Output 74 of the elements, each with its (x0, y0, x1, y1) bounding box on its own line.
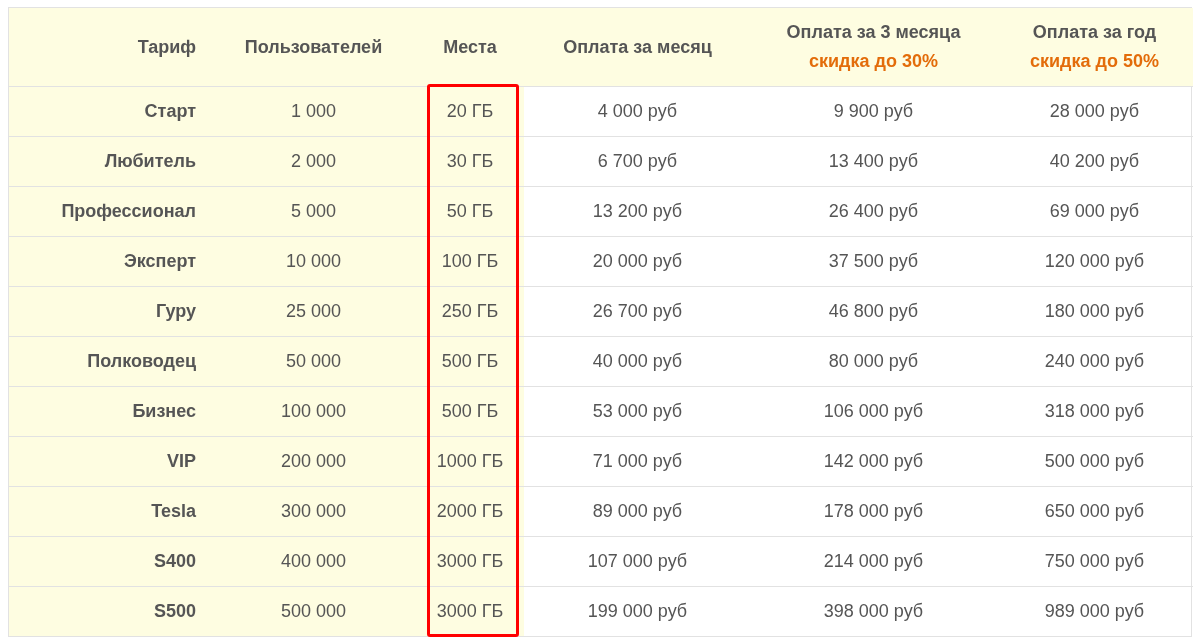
discount-label: скидка до 50% (1030, 51, 1159, 72)
table-cell: 300 000 (211, 486, 416, 536)
table-cell: 178 000 руб (751, 486, 996, 536)
table-cell: 2000 ГБ (416, 486, 524, 536)
table-cell: 989 000 руб (996, 586, 1193, 636)
table-cell: 40 200 руб (996, 136, 1193, 186)
header-label: Оплата за 3 месяца (786, 22, 961, 43)
header-label: Тариф (137, 36, 196, 58)
table-cell: 120 000 руб (996, 236, 1193, 286)
table-cell: Tesla (9, 486, 211, 536)
table-cell: 107 000 руб (524, 536, 751, 586)
table-cell: 13 400 руб (751, 136, 996, 186)
table-cell: 71 000 руб (524, 436, 751, 486)
table-cell: Бизнес (9, 386, 211, 436)
table-cell: 40 000 руб (524, 336, 751, 386)
table-cell: Эксперт (9, 236, 211, 286)
table-cell: 20 000 руб (524, 236, 751, 286)
discount-label: скидка до 30% (809, 51, 938, 72)
table-cell: 30 ГБ (416, 136, 524, 186)
table-cell: Старт (9, 86, 211, 136)
table-cell: 9 900 руб (751, 86, 996, 136)
table-cell: VIP (9, 436, 211, 486)
table-cell: 3000 ГБ (416, 586, 524, 636)
table-cell: 100 000 (211, 386, 416, 436)
header-label: Места (443, 36, 497, 58)
table-cell: 2 000 (211, 136, 416, 186)
header-label: Оплата за год (1032, 22, 1157, 43)
table-cell: 180 000 руб (996, 286, 1193, 336)
table-cell: 26 400 руб (751, 186, 996, 236)
table-cell: 240 000 руб (996, 336, 1193, 386)
table-cell: 106 000 руб (751, 386, 996, 436)
table-cell: Любитель (9, 136, 211, 186)
table-cell: 100 ГБ (416, 236, 524, 286)
table-cell: 13 200 руб (524, 186, 751, 236)
table-cell: Профессионал (9, 186, 211, 236)
table-cell: 500 ГБ (416, 336, 524, 386)
table-cell: 199 000 руб (524, 586, 751, 636)
table-cell: Гуру (9, 286, 211, 336)
table-cell: 20 ГБ (416, 86, 524, 136)
header-label: Оплата за месяц (563, 36, 712, 58)
table-cell: 500 000 руб (996, 436, 1193, 486)
table-cell: S500 (9, 586, 211, 636)
table-cell: 37 500 руб (751, 236, 996, 286)
table-cell: 5 000 (211, 186, 416, 236)
table-cell: 398 000 руб (751, 586, 996, 636)
table-cell: S400 (9, 536, 211, 586)
table-cell: 500 000 (211, 586, 416, 636)
table-cell: 3000 ГБ (416, 536, 524, 586)
table-cell: 1 000 (211, 86, 416, 136)
table-cell: 26 700 руб (524, 286, 751, 336)
table-cell: 142 000 руб (751, 436, 996, 486)
table-cell: 25 000 (211, 286, 416, 336)
table-cell: 53 000 руб (524, 386, 751, 436)
header-label: Пользователей (244, 36, 383, 58)
table-cell: 6 700 руб (524, 136, 751, 186)
table-cell: 500 ГБ (416, 386, 524, 436)
table-cell: 318 000 руб (996, 386, 1193, 436)
table-cell: 69 000 руб (996, 186, 1193, 236)
table-cell: 200 000 (211, 436, 416, 486)
table-cell: 400 000 (211, 536, 416, 586)
table-cell: 80 000 руб (751, 336, 996, 386)
table-cell: 214 000 руб (751, 536, 996, 586)
table-cell: 89 000 руб (524, 486, 751, 536)
table-cell: 46 800 руб (751, 286, 996, 336)
table-cell: 28 000 руб (996, 86, 1193, 136)
table-cell: Полководец (9, 336, 211, 386)
table-cell: 650 000 руб (996, 486, 1193, 536)
table-cell: 10 000 (211, 236, 416, 286)
table-cell: 1000 ГБ (416, 436, 524, 486)
table-cell: 250 ГБ (416, 286, 524, 336)
table-cell: 50 ГБ (416, 186, 524, 236)
table-cell: 750 000 руб (996, 536, 1193, 586)
table-cell: 50 000 (211, 336, 416, 386)
table-cell: 4 000 руб (524, 86, 751, 136)
